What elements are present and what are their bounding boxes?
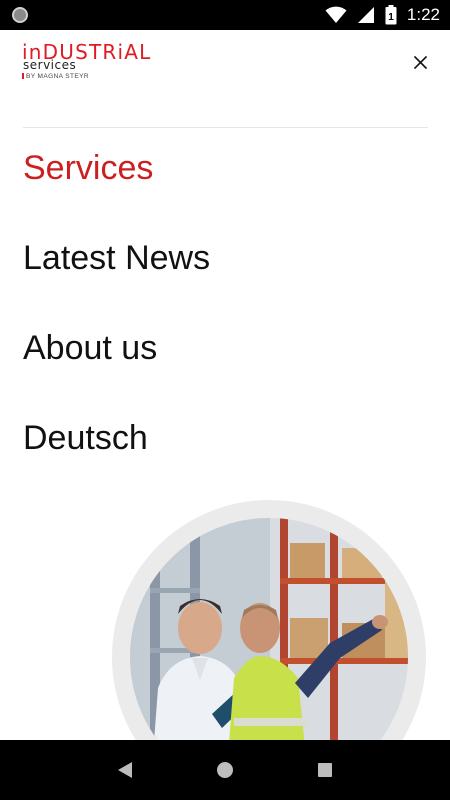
menu-item-latest-news[interactable]: Latest News [23, 238, 210, 278]
header-divider [23, 127, 428, 128]
menu-header: inDUSTRiAL services BY MAGNA STEYR [0, 30, 450, 128]
battery-charging-icon: 1 [385, 5, 397, 25]
battery-level: 1 [388, 12, 394, 23]
status-icons: 1 1:22 [325, 0, 440, 30]
recents-button[interactable] [305, 750, 345, 790]
status-bar: 1 1:22 [0, 0, 450, 30]
logo-red-mark [22, 73, 24, 79]
logo-sub-text: services [23, 58, 77, 72]
logo-by-text: BY MAGNA STEYR [26, 73, 89, 80]
menu-item-deutsch[interactable]: Deutsch [23, 418, 148, 458]
recents-icon [318, 763, 332, 777]
status-time: 1:22 [406, 5, 440, 24]
home-icon [217, 762, 233, 778]
wifi-icon [325, 6, 347, 24]
cellular-signal-icon [357, 6, 375, 24]
close-icon [413, 55, 427, 69]
notification-dot-icon [12, 7, 28, 23]
home-button[interactable] [205, 750, 245, 790]
back-button[interactable] [105, 750, 145, 790]
back-icon [118, 762, 132, 778]
logo-by-line: BY MAGNA STEYR [22, 73, 89, 81]
system-navigation-bar [0, 740, 450, 800]
industrial-services-logo[interactable]: inDUSTRiAL services BY MAGNA STEYR [22, 42, 192, 86]
menu-item-services[interactable]: Services [23, 148, 153, 188]
menu-item-about-us[interactable]: About us [23, 328, 157, 368]
close-button[interactable] [408, 50, 432, 74]
